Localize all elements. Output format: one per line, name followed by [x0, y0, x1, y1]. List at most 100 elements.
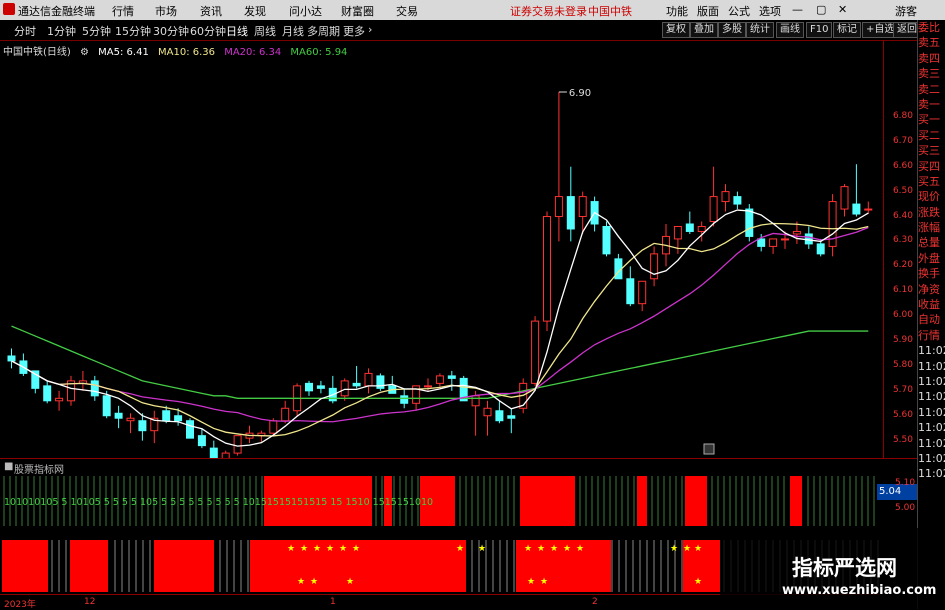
btn-f10[interactable]: F10 [806, 22, 833, 38]
period-60min[interactable]: 60分钟 [190, 23, 226, 39]
menu-discover[interactable]: 发现 [244, 3, 266, 19]
star-icon: ★ [576, 544, 584, 554]
period-5min[interactable]: 5分钟 [82, 23, 111, 39]
candle-body [697, 225, 706, 232]
price-tick: 6.40 [892, 210, 913, 221]
close-icon[interactable]: ✕ [838, 3, 847, 16]
ma5-line [11, 209, 869, 447]
btn-mark[interactable]: 标记 [833, 22, 861, 38]
candlestick-chart[interactable]: 6.905.35 [0, 40, 883, 458]
candle-body [495, 410, 504, 422]
side-panel-item: 卖二 [918, 82, 940, 96]
menu-wealth[interactable]: 财富圈 [341, 3, 374, 19]
event-marker-icon[interactable] [703, 443, 715, 455]
candle-body [424, 385, 432, 388]
side-panel-item: 涨幅 [918, 221, 940, 235]
app-title: 通达信金融终端 [18, 5, 95, 18]
signal-block [154, 540, 214, 592]
signal-block [70, 540, 108, 592]
xaxis-feb: 2 [592, 597, 598, 607]
period-daily[interactable]: 日线 [226, 23, 248, 39]
menu-news[interactable]: 资讯 [200, 3, 222, 19]
menu-layout[interactable]: 版面 [697, 3, 719, 19]
candle-body [709, 196, 718, 222]
btn-multi-stock[interactable]: 多股 [718, 22, 746, 38]
period-weekly[interactable]: 周线 [254, 23, 276, 39]
candle-body [281, 407, 290, 422]
indicator-header: ■ 股票指标网 [0, 458, 945, 476]
price-axis: 6.80 6.70 6.60 6.50 6.40 6.30 6.20 6.10 6.00 5.90… [883, 40, 917, 470]
candle-body [269, 420, 278, 434]
signal-block [790, 476, 802, 526]
price-tick: 6.60 [892, 160, 913, 171]
candle-body [447, 375, 456, 379]
star-icon: ★ [694, 544, 702, 554]
btn-restore-rights[interactable]: 复权 [662, 22, 690, 38]
menu-quotes[interactable]: 行情 [112, 3, 134, 19]
star-icon: ★ [339, 544, 347, 554]
star-icon: ★ [297, 577, 305, 587]
side-panel-item: 行情 [918, 328, 940, 342]
menu-ask[interactable]: 问小达 [289, 3, 322, 19]
star-icon: ★ [352, 544, 360, 554]
candle-body [745, 208, 754, 237]
btn-stats[interactable]: 统计 [746, 22, 774, 38]
top-menu-bar: 通达信金融终端 行情 市场 资讯 发现 问小达 财富圈 交易 证券交易未登录 中… [0, 0, 945, 20]
candle-body [126, 417, 135, 422]
period-timeshare[interactable]: 分时 [14, 23, 36, 39]
candle-body [138, 420, 147, 432]
minimize-icon[interactable]: — [792, 3, 803, 16]
period-more[interactable]: 更多 [343, 23, 365, 39]
side-panel-item: 11:02 [918, 390, 945, 404]
side-panel-item: 收益 [918, 298, 940, 312]
period-15min[interactable]: 15分钟 [115, 23, 151, 39]
candle-body [305, 382, 313, 392]
period-1min[interactable]: 1分钟 [47, 23, 76, 39]
login-notice[interactable]: 证券交易未登录 [510, 3, 587, 19]
menu-options[interactable]: 选项 [759, 3, 781, 19]
side-panel-item: 卖三 [918, 67, 940, 81]
candle-body [578, 196, 587, 218]
btn-draw[interactable]: 画线 [776, 22, 804, 38]
side-panel-item: 买三 [918, 144, 940, 158]
menu-formula[interactable]: 公式 [728, 3, 750, 19]
price-tick: 5.80 [892, 359, 913, 370]
period-monthly[interactable]: 月线 [282, 23, 304, 39]
app-logo-icon [3, 3, 15, 15]
side-panel-item: 总量 [918, 236, 940, 250]
candle-body [566, 196, 575, 230]
price-tick: 5.90 [892, 335, 913, 346]
candle-body [781, 238, 789, 241]
signal-block [685, 476, 707, 526]
xaxis-jan: 1 [330, 597, 336, 607]
period-multi[interactable]: 多周期 [307, 23, 340, 39]
chevron-right-icon[interactable]: › [368, 23, 372, 36]
candle-body [685, 223, 694, 232]
star-icon: ★ [326, 544, 334, 554]
menu-function[interactable]: 功能 [666, 3, 688, 19]
quote-side-panel: 委比 卖五 卖四 卖三 卖二 卖一 买一 买二 买三 买四 买五 现价 涨跌 涨幅 总量 外盘 换手 净资 收益 自动… [917, 20, 945, 609]
side-panel-item: 11:02 [918, 451, 945, 465]
side-panel-item: 委比 [918, 21, 940, 34]
price-tick: 6.10 [892, 285, 913, 296]
indicator-icon[interactable]: ■ [4, 461, 13, 472]
guest-label[interactable]: 游客 [895, 3, 917, 19]
price-tick: 6.00 [892, 310, 913, 321]
candle-body [400, 395, 409, 404]
candle-body [7, 355, 16, 362]
candle-body [162, 410, 171, 422]
menu-market[interactable]: 市场 [155, 3, 177, 19]
menu-trade[interactable]: 交易 [396, 3, 418, 19]
btn-overlay[interactable]: 叠加 [690, 22, 718, 38]
side-panel-item: 净资 [918, 282, 940, 296]
indicator-tick-low: 5.00 [895, 503, 916, 513]
candle-body [197, 435, 206, 447]
period-30min[interactable]: 30分钟 [153, 23, 189, 39]
candle-body [531, 320, 540, 384]
candle-body [483, 407, 492, 417]
candle-body [435, 375, 444, 384]
restore-icon[interactable]: ▢ [816, 3, 826, 16]
price-tick: 6.30 [892, 235, 913, 246]
price-tick: 5.60 [892, 409, 913, 420]
period-toolbar: 分时 1分钟 5分钟 15分钟 30分钟 60分钟 日线 周线 月线 多周期 更… [0, 20, 945, 41]
